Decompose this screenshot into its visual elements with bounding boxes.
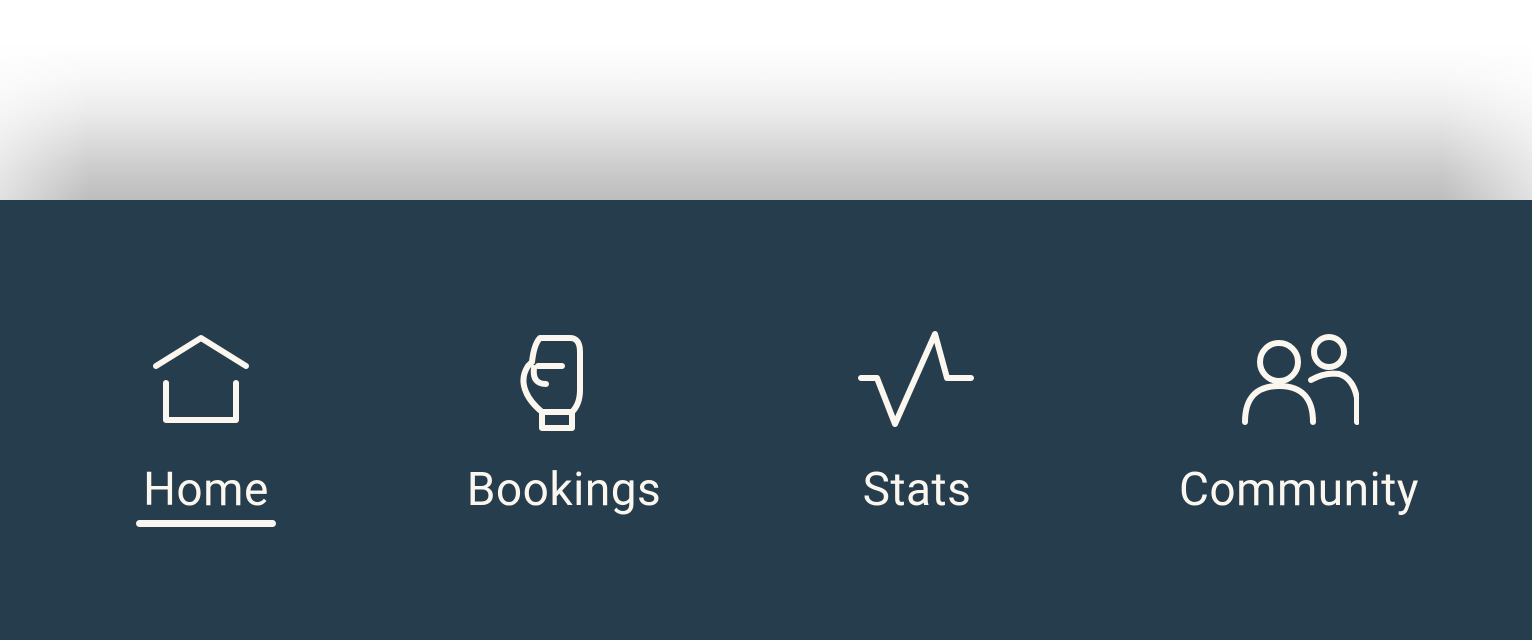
nav-item-stats[interactable]: Stats: [787, 200, 1047, 640]
nav-item-label: Community: [1178, 463, 1420, 517]
active-tab-indicator: [136, 520, 276, 527]
bottom-navigation-bar: Home Bookings Stats Community: [0, 200, 1532, 640]
nav-item-label: Bookings: [466, 463, 662, 517]
home-icon: [146, 326, 266, 436]
nav-item-label: Stats: [862, 463, 972, 517]
activity-pulse-icon: [857, 326, 977, 436]
boxing-glove-icon: [504, 326, 624, 436]
users-icon: [1239, 326, 1359, 436]
nav-item-community[interactable]: Community: [1149, 200, 1449, 640]
nav-item-home[interactable]: Home: [76, 200, 336, 640]
content-area-shadow: [0, 0, 1532, 200]
nav-item-bookings[interactable]: Bookings: [434, 200, 694, 640]
nav-item-label: Home: [143, 463, 269, 517]
